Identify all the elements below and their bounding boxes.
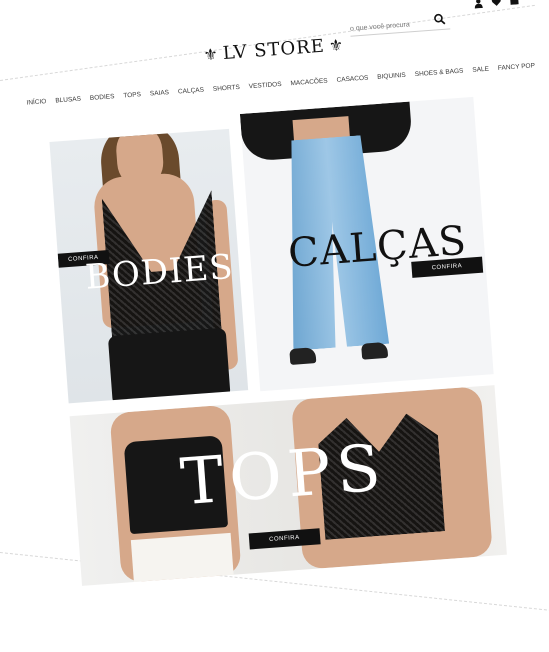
search-input[interactable] — [349, 17, 431, 35]
user-icon[interactable] — [473, 0, 484, 9]
nav-item-tops[interactable]: TOPS — [123, 91, 141, 99]
right-sneaker — [361, 341, 389, 360]
store-logo[interactable]: ⚜ LV STORE ⚜ — [203, 34, 345, 65]
nav-item-fancy-pop[interactable]: FANCY POP — [498, 62, 536, 72]
nav-item-blusas[interactable]: BLUSAS — [55, 96, 81, 105]
heart-icon[interactable] — [491, 0, 502, 7]
storefront-page: 0 ⚜ LV STORE ⚜ INÍCIO BLUSAS BODIES TOPS… — [18, 0, 549, 652]
nav-item-vestidos[interactable]: VESTIDOS — [249, 81, 282, 90]
nav-item-biquinis[interactable]: BIQUINIS — [377, 72, 406, 81]
logo-text: LV STORE — [222, 35, 326, 65]
white-pants — [130, 532, 235, 586]
nav-item-macacoes[interactable]: MACACÕES — [290, 78, 328, 88]
nav-item-calcas[interactable]: CALÇAS — [178, 87, 204, 96]
nav-item-sale[interactable]: SALE — [472, 66, 489, 74]
header-icons: 0 — [473, 0, 520, 13]
leather-pants — [107, 327, 231, 404]
nav-item-shoes-bags[interactable]: SHOES & BAGS — [414, 68, 463, 79]
nav-item-saias[interactable]: SAIAS — [150, 89, 170, 97]
nav-item-bodies[interactable]: BODIES — [90, 93, 115, 102]
cart-button[interactable]: 0 — [509, 0, 520, 10]
left-sneaker — [289, 347, 317, 365]
banner-calcas[interactable]: CALÇAS CONFIRA — [239, 96, 494, 392]
nav-item-shorts[interactable]: SHORTS — [213, 84, 240, 93]
banner-tops[interactable]: TOPS CONFIRA — [69, 385, 507, 586]
search-box — [349, 10, 451, 37]
fleur-de-lis-icon: ⚜ — [328, 35, 345, 56]
nav-item-inicio[interactable]: INÍCIO — [26, 98, 46, 106]
search-icon[interactable] — [433, 13, 446, 26]
tops-title: TOPS — [178, 431, 390, 521]
nav-item-casacos[interactable]: CASACOS — [336, 75, 368, 84]
fleur-de-lis-icon: ⚜ — [202, 44, 220, 65]
banner-bodies[interactable]: CONFIRA BODIES — [49, 128, 249, 404]
shopping-bag-icon — [510, 0, 519, 5]
